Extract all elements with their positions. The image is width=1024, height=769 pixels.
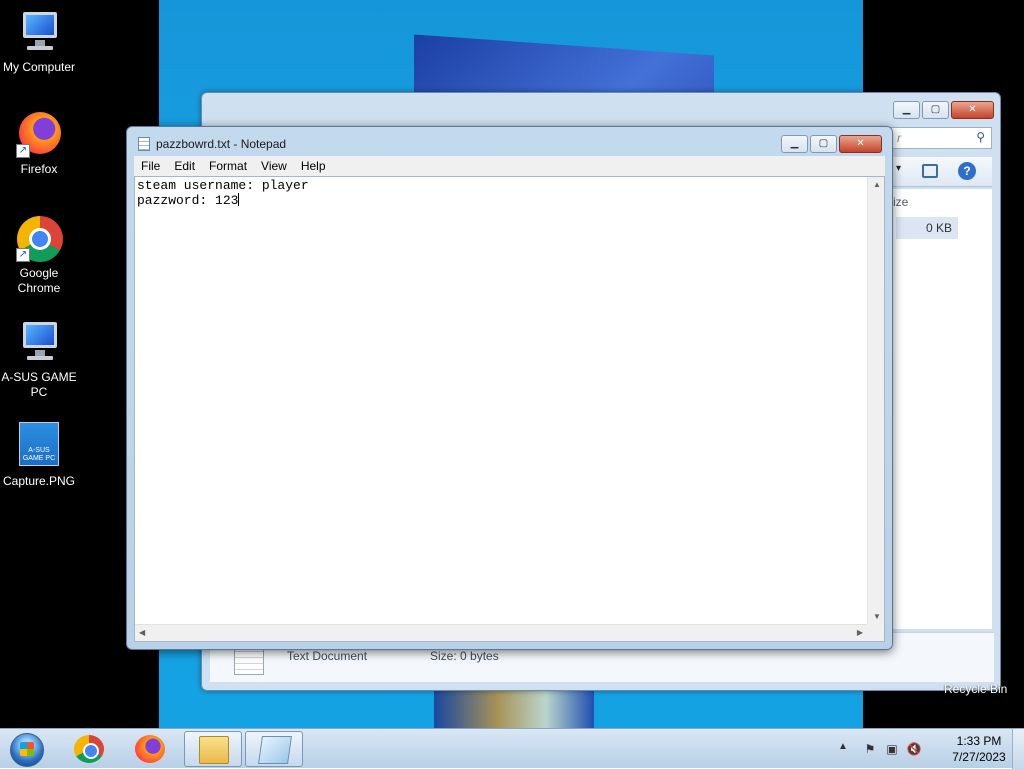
window-title: pazzbowrd.txt - Notepad bbox=[156, 137, 287, 151]
minimize-button[interactable]: ▁ bbox=[893, 101, 920, 119]
windows-logo-icon bbox=[20, 742, 34, 756]
file-type: Text Document bbox=[287, 649, 368, 663]
minimize-icon: ▁ bbox=[902, 104, 911, 115]
file-size-detail: Size: 0 bytes bbox=[430, 649, 499, 663]
preview-pane-icon[interactable] bbox=[922, 164, 938, 178]
menu-bar: File Edit Format View Help bbox=[134, 156, 885, 176]
minimize-icon: ▁ bbox=[790, 138, 799, 149]
notepad-icon[interactable] bbox=[138, 137, 150, 151]
taskbar-firefox[interactable] bbox=[121, 731, 179, 767]
desktop-icon-label: Google bbox=[19, 266, 59, 280]
clock-time: 1:33 PM bbox=[956, 734, 1002, 748]
close-icon: ✕ bbox=[856, 138, 865, 149]
image-file-icon: A-SUS GAME PC bbox=[15, 422, 63, 470]
title-bar[interactable]: pazzbowrd.txt - Notepad ▁ ▢ ✕ bbox=[127, 127, 892, 157]
window-controls: ▁ ▢ ✕ bbox=[893, 101, 994, 119]
text-caret bbox=[238, 193, 240, 206]
explorer-toolbar: ▾ ? bbox=[888, 157, 992, 187]
start-button[interactable] bbox=[4, 730, 48, 768]
menu-help[interactable]: Help bbox=[294, 159, 333, 173]
close-button[interactable]: ✕ bbox=[839, 135, 882, 153]
firefox-icon bbox=[135, 735, 165, 763]
file-size-cell[interactable]: 0 KB bbox=[896, 217, 958, 239]
editor-text[interactable]: steam username: player pazzword: 123 bbox=[137, 179, 864, 621]
notepad-icon bbox=[258, 736, 292, 764]
desktop-icon-label: My Computer bbox=[2, 60, 76, 74]
text-editor[interactable]: steam username: player pazzword: 123 ▲ ▼ … bbox=[134, 176, 885, 642]
desktop-icon-label: PC bbox=[30, 385, 48, 399]
size-column-header[interactable]: ize bbox=[893, 195, 908, 209]
computer-icon bbox=[15, 318, 63, 366]
close-icon: ✕ bbox=[968, 104, 977, 115]
chrome-icon bbox=[74, 735, 104, 763]
network-icon[interactable]: ▣ bbox=[884, 741, 900, 757]
help-icon[interactable]: ? bbox=[958, 162, 976, 180]
close-button[interactable]: ✕ bbox=[951, 101, 994, 119]
image-thumbnail: A-SUS GAME PC bbox=[19, 422, 59, 466]
taskbar-chrome[interactable] bbox=[60, 731, 118, 767]
scroll-right-icon[interactable]: ▶ bbox=[857, 628, 863, 637]
shortcut-arrow-icon: ↗ bbox=[16, 144, 30, 158]
menu-format[interactable]: Format bbox=[202, 159, 254, 173]
chrome-icon: ↗ bbox=[15, 214, 63, 262]
window-controls: ▁ ▢ ✕ bbox=[781, 135, 882, 153]
text-line: pazzword: 123 bbox=[137, 193, 239, 208]
show-desktop-button[interactable] bbox=[1012, 729, 1024, 769]
desktop-icon-firefox[interactable]: ↗ Firefox bbox=[0, 110, 78, 177]
action-center-flag-icon[interactable]: ⚑ bbox=[862, 741, 878, 757]
firefox-icon: ↗ bbox=[15, 110, 63, 158]
desktop-icon-label: Chrome bbox=[17, 281, 61, 295]
search-icon[interactable]: ⚲ bbox=[976, 130, 985, 144]
search-input[interactable]: r ⚲ bbox=[890, 127, 992, 149]
scroll-up-icon[interactable]: ▲ bbox=[873, 180, 881, 189]
desktop-icon-a-sus-game-pc[interactable]: A-SUS GAME PC bbox=[0, 318, 78, 400]
desktop-icon-label: Firefox bbox=[20, 162, 58, 176]
desktop-icon-label: Capture.PNG bbox=[2, 474, 76, 488]
search-placeholder: r bbox=[897, 131, 901, 145]
volume-muted-icon[interactable]: 🔇 bbox=[906, 741, 922, 757]
taskbar-notepad[interactable] bbox=[245, 731, 303, 767]
clock-date: 7/27/2023 bbox=[952, 750, 1006, 764]
desktop-icon-google-chrome[interactable]: ↗ Google Chrome bbox=[0, 214, 78, 296]
show-hidden-icons-icon[interactable]: ▲ bbox=[838, 741, 848, 752]
file-list: ize 0 KB bbox=[888, 189, 992, 629]
shortcut-arrow-icon: ↗ bbox=[16, 248, 30, 262]
menu-edit[interactable]: Edit bbox=[167, 159, 202, 173]
computer-icon bbox=[15, 8, 63, 56]
maximize-icon: ▢ bbox=[930, 104, 941, 115]
recycle-bin-label[interactable]: Recycle Bin bbox=[944, 682, 1007, 696]
taskbar-explorer[interactable] bbox=[184, 731, 242, 767]
vertical-scrollbar[interactable]: ▲ ▼ bbox=[867, 177, 884, 624]
desktop-icon-my-computer[interactable]: My Computer bbox=[0, 8, 78, 75]
maximize-button[interactable]: ▢ bbox=[922, 101, 949, 119]
menu-view[interactable]: View bbox=[254, 159, 294, 173]
system-tray: ▲ ⚑ ▣ 🔇 1:33 PM 7/27/2023 bbox=[834, 729, 1024, 769]
desktop-icon-label: A-SUS GAME bbox=[1, 370, 77, 384]
desktop: My Computer ↗ Firefox ↗ Google Chrome A-… bbox=[0, 0, 1024, 728]
folder-icon bbox=[199, 736, 229, 764]
scroll-left-icon[interactable]: ◀ bbox=[139, 628, 145, 637]
maximize-button[interactable]: ▢ bbox=[810, 135, 837, 153]
resize-grip-icon[interactable] bbox=[867, 624, 884, 641]
menu-file[interactable]: File bbox=[134, 159, 167, 173]
desktop-icon-capture-png[interactable]: A-SUS GAME PC Capture.PNG bbox=[0, 422, 78, 489]
text-line-with-caret: pazzword: 123 bbox=[137, 193, 864, 208]
maximize-icon: ▢ bbox=[818, 138, 829, 149]
minimize-button[interactable]: ▁ bbox=[781, 135, 808, 153]
clock[interactable]: 1:33 PM 7/27/2023 bbox=[946, 733, 1012, 765]
views-dropdown-icon[interactable]: ▾ bbox=[896, 163, 901, 174]
horizontal-scrollbar[interactable]: ◀ ▶ bbox=[135, 624, 867, 641]
notepad-window[interactable]: pazzbowrd.txt - Notepad ▁ ▢ ✕ File Edit … bbox=[126, 126, 893, 650]
scroll-down-icon[interactable]: ▼ bbox=[873, 612, 881, 621]
taskbar: ▲ ⚑ ▣ 🔇 1:33 PM 7/27/2023 bbox=[0, 728, 1024, 769]
text-line: steam username: player bbox=[137, 178, 309, 193]
